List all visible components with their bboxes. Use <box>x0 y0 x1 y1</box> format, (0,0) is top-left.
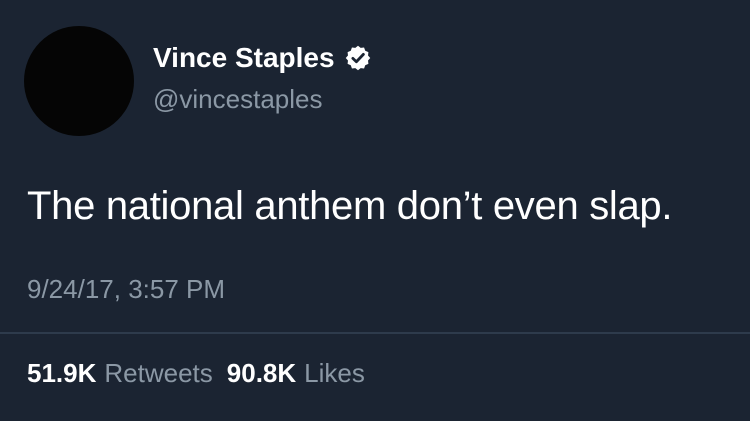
user-name-row: Vince Staples <box>153 42 372 74</box>
avatar[interactable] <box>24 26 134 136</box>
likes-count[interactable]: 90.8K <box>227 358 296 389</box>
divider <box>0 332 750 334</box>
tweet-stats: 51.9K Retweets 90.8K Likes <box>27 358 365 389</box>
retweets-label[interactable]: Retweets <box>104 358 212 389</box>
verified-badge-icon <box>344 44 372 72</box>
likes-label[interactable]: Likes <box>304 358 365 389</box>
display-name[interactable]: Vince Staples <box>153 42 335 74</box>
tweet-timestamp[interactable]: 9/24/17, 3:57 PM <box>27 274 225 305</box>
retweets-count[interactable]: 51.9K <box>27 358 96 389</box>
user-handle[interactable]: @vincestaples <box>153 84 322 115</box>
tweet-card: Vince Staples @vincestaples The national… <box>0 0 750 421</box>
tweet-text: The national anthem don’t even slap. <box>27 184 673 228</box>
